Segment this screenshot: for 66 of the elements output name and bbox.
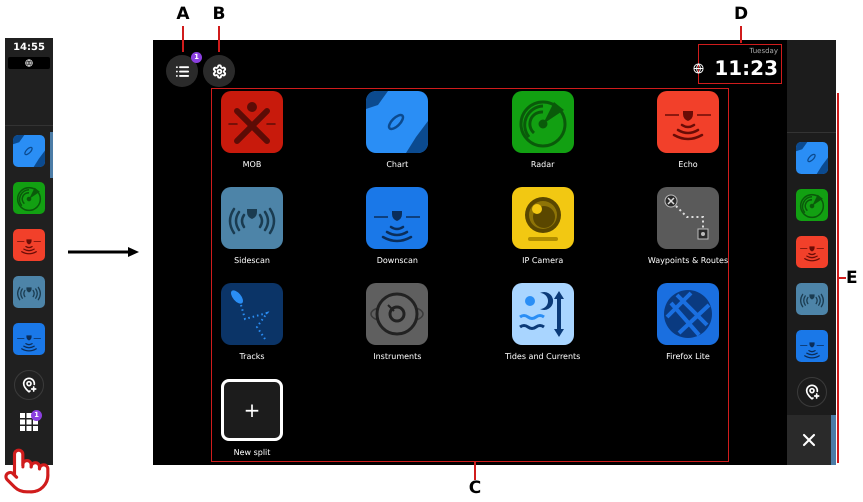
globe-icon — [656, 283, 719, 345]
settings-button[interactable] — [203, 55, 235, 87]
sidebar-app-button[interactable] — [13, 323, 45, 355]
app-button[interactable]: Echo — [656, 91, 719, 170]
pin-plus-icon — [804, 384, 820, 400]
sonar-icon — [796, 236, 828, 268]
person-cross-icon — [221, 91, 283, 153]
route-icon — [656, 187, 719, 249]
callout-label: D — [734, 6, 748, 23]
pin-plus-icon — [21, 377, 37, 393]
radar-icon — [13, 182, 45, 214]
settings-icon — [212, 64, 226, 78]
sidebar-app-button[interactable] — [796, 330, 828, 362]
sidebar-time: 14:55 — [13, 42, 45, 54]
boat-chart-icon — [796, 142, 828, 174]
sidebar-app-button[interactable] — [796, 236, 828, 268]
tide-icon — [512, 283, 574, 345]
app-button[interactable]: Instruments — [366, 283, 428, 362]
sidebar-app-button[interactable] — [796, 142, 828, 174]
add-waypoint-button[interactable] — [14, 370, 44, 400]
sidebar-app-button[interactable] — [13, 182, 45, 214]
app-button[interactable]: Tracks — [221, 283, 283, 362]
boat-chart-icon — [13, 135, 45, 167]
add-waypoint-button[interactable] — [796, 377, 826, 407]
app-button[interactable]: Firefox Lite — [656, 283, 719, 362]
leader-line — [218, 26, 220, 52]
clock-time: 11:23 — [714, 56, 778, 80]
sidebar-app-button[interactable] — [13, 135, 45, 167]
sidebar-app-button[interactable] — [796, 189, 828, 221]
down-sonar-icon — [366, 187, 428, 249]
close-button[interactable] — [787, 415, 831, 465]
boat-chart-icon — [366, 91, 428, 153]
callout-label: A — [176, 6, 190, 23]
scroll-indicator — [831, 415, 836, 465]
app-button[interactable]: Sidescan — [221, 187, 283, 266]
callout-label: C — [468, 480, 482, 497]
sonar-icon — [13, 229, 45, 261]
app-button[interactable]: Waypoints & Routes — [648, 187, 728, 266]
callout-label: B — [212, 6, 226, 23]
app-button[interactable]: Downscan — [366, 187, 428, 266]
right-arrow — [68, 246, 138, 256]
camera-icon — [512, 187, 574, 249]
radar-icon — [512, 91, 574, 153]
sidebar-app-button[interactable] — [796, 283, 828, 315]
globe-icon — [693, 62, 704, 74]
scroll-indicator — [50, 132, 53, 178]
sidebar-app-button[interactable] — [13, 276, 45, 308]
app-button[interactable]: Radar — [512, 91, 574, 170]
gauge-icon — [366, 283, 428, 345]
side-sonar-icon — [796, 283, 828, 315]
globe-icon — [25, 59, 33, 67]
sidebar-app-button[interactable] — [13, 229, 45, 261]
side-sonar-icon — [13, 276, 45, 308]
radar-icon — [796, 189, 828, 221]
callout-label: E — [846, 270, 858, 286]
sonar-icon — [656, 91, 719, 153]
leader-line — [182, 26, 184, 52]
down-sonar-icon — [796, 330, 828, 362]
side-sonar-icon — [221, 187, 283, 249]
list-icon — [174, 64, 190, 78]
app-button[interactable]: Tides and Currents — [504, 283, 580, 362]
down-sonar-icon — [13, 323, 45, 355]
app-button[interactable]: IP Camera — [512, 187, 574, 266]
app-button[interactable]: Chart — [366, 91, 428, 170]
app-button[interactable]: MOB — [221, 91, 283, 170]
track-icon — [221, 283, 283, 345]
